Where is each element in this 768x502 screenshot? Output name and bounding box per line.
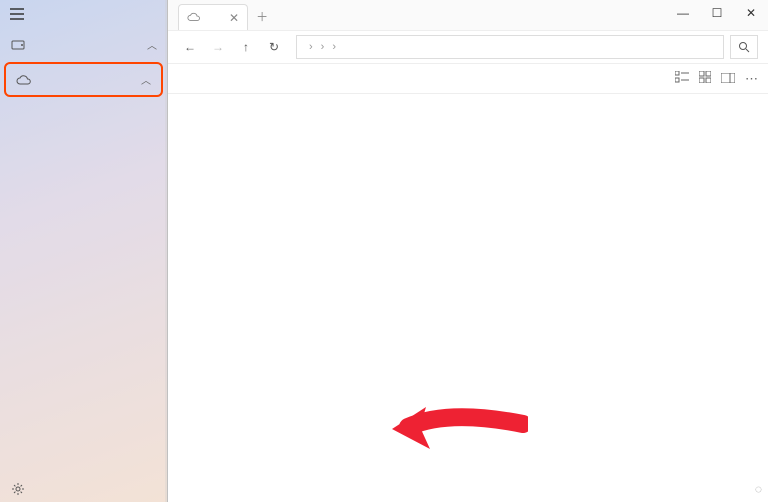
maximize-button[interactable]: ☐	[700, 0, 734, 26]
sidebar: ︿ ︿	[0, 0, 168, 502]
cloud-icon	[16, 75, 32, 85]
view-details-icon[interactable]	[721, 71, 735, 86]
gear-icon	[10, 482, 26, 496]
drive-icon	[10, 40, 26, 50]
search-button[interactable]	[730, 35, 758, 59]
hamburger-icon[interactable]	[10, 8, 24, 23]
tab-mega-wallpapers[interactable]: ✕	[178, 4, 248, 30]
sidebar-item-settings[interactable]	[0, 476, 167, 502]
loading-spinner-icon: ◌	[755, 482, 762, 496]
chevron-right-icon: ›	[321, 41, 325, 53]
sidebar-section-drives[interactable]: ︿	[0, 31, 167, 58]
sidebar-section-cloud[interactable]: ︿	[6, 66, 161, 93]
view-bar: ⋯	[168, 64, 768, 94]
window-controls: — ☐ ✕	[666, 0, 768, 26]
chevron-right-icon: ›	[309, 41, 313, 53]
title-bar: ✕ ＋ — ☐ ✕	[168, 0, 768, 30]
up-button[interactable]: ↑	[234, 35, 258, 59]
cloud-drives-highlight-box: ︿	[4, 62, 163, 97]
chevron-right-icon: ›	[332, 41, 336, 53]
toolbar: ← → ↑ ↻ › › ›	[168, 30, 768, 64]
more-options-icon[interactable]: ⋯	[745, 71, 758, 87]
refresh-button[interactable]: ↻	[262, 35, 286, 59]
chevron-up-icon: ︿	[147, 37, 157, 52]
view-grid-icon[interactable]	[699, 71, 711, 86]
back-button[interactable]: ←	[178, 35, 202, 59]
forward-button: →	[206, 35, 230, 59]
view-list-icon[interactable]	[675, 71, 689, 86]
close-button[interactable]: ✕	[734, 0, 768, 26]
annotation-arrow	[388, 399, 528, 459]
chevron-up-icon: ︿	[141, 72, 151, 87]
main-area: ✕ ＋ — ☐ ✕ ← → ↑ ↻ › › › ⋯	[168, 0, 768, 502]
file-content-area: ◌	[168, 94, 768, 502]
cloud-icon	[187, 11, 201, 25]
close-tab-icon[interactable]: ✕	[229, 11, 239, 25]
minimize-button[interactable]: —	[666, 0, 700, 26]
new-tab-button[interactable]: ＋	[256, 8, 268, 25]
sidebar-header	[0, 0, 167, 31]
breadcrumb[interactable]: › › ›	[296, 35, 724, 59]
